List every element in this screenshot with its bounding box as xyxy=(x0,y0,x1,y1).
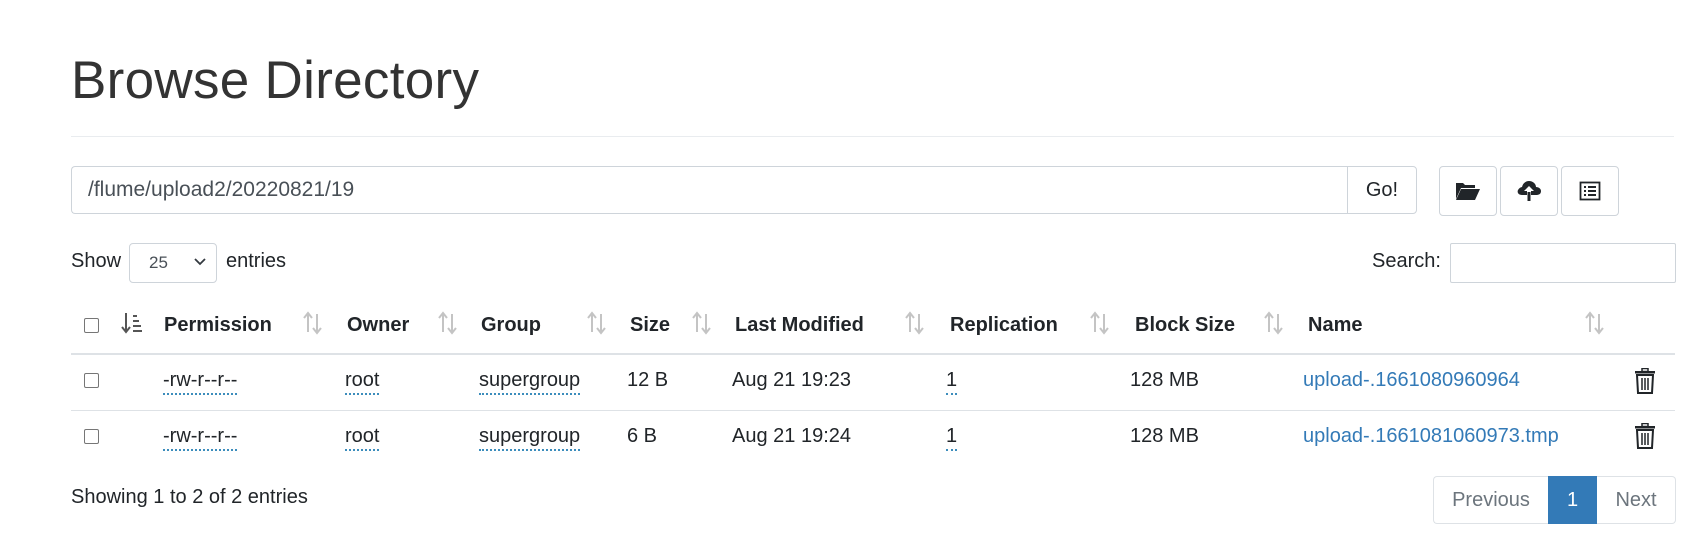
row-checkbox[interactable] xyxy=(84,429,99,444)
replication-cell[interactable]: 1 xyxy=(946,369,958,395)
sort-icon[interactable] xyxy=(1584,311,1606,335)
group-cell[interactable]: supergroup xyxy=(479,369,581,395)
create-directory-button[interactable] xyxy=(1439,166,1497,216)
size-cell: 6 B xyxy=(627,425,658,447)
block-size-cell: 128 MB xyxy=(1130,369,1199,391)
column-header-size[interactable]: Size xyxy=(630,314,670,337)
size-cell: 12 B xyxy=(627,369,669,391)
column-header-group[interactable]: Group xyxy=(481,314,541,337)
sort-icon[interactable] xyxy=(1263,311,1285,335)
chevron-down-icon xyxy=(194,258,206,266)
cut-paste-button[interactable] xyxy=(1561,166,1619,216)
file-name-link[interactable]: upload-.1661081060973.tmp xyxy=(1303,425,1559,448)
column-header-last-modified[interactable]: Last Modified xyxy=(735,314,864,337)
page-length-value: 25 xyxy=(149,253,168,272)
column-header-owner[interactable]: Owner xyxy=(347,314,409,337)
title-divider xyxy=(71,136,1674,137)
sort-icon[interactable] xyxy=(691,311,713,335)
sort-icon[interactable] xyxy=(1089,311,1111,335)
next-page-button[interactable]: Next xyxy=(1597,476,1676,524)
column-header-name[interactable]: Name xyxy=(1308,314,1362,337)
last-modified-cell: Aug 21 19:24 xyxy=(732,425,851,447)
column-header-block-size[interactable]: Block Size xyxy=(1135,314,1235,337)
table-header-divider xyxy=(71,353,1675,355)
go-button[interactable]: Go! xyxy=(1347,166,1417,214)
permission-cell[interactable]: -rw-r--r-- xyxy=(163,425,238,451)
sort-icon[interactable] xyxy=(437,311,459,335)
directory-path-input[interactable] xyxy=(71,166,1347,214)
owner-cell[interactable]: root xyxy=(345,425,380,451)
sort-icon[interactable] xyxy=(904,311,926,335)
trash-icon[interactable] xyxy=(1634,368,1656,394)
upload-button[interactable] xyxy=(1500,166,1558,216)
owner-cell[interactable]: root xyxy=(345,369,380,395)
previous-page-button[interactable]: Previous xyxy=(1433,476,1548,524)
pagination: Previous 1 Next xyxy=(1433,476,1676,524)
group-cell[interactable]: supergroup xyxy=(479,425,581,451)
path-bar: Go! xyxy=(71,166,1417,214)
column-header-permission[interactable]: Permission xyxy=(164,314,272,337)
entries-label: entries xyxy=(226,250,287,272)
show-label: Show xyxy=(71,250,122,272)
page-title: Browse Directory xyxy=(71,51,480,110)
search-label: Search: xyxy=(1372,250,1441,272)
list-icon xyxy=(1579,181,1601,201)
sort-icon[interactable] xyxy=(302,311,324,335)
table-info: Showing 1 to 2 of 2 entries xyxy=(71,486,308,508)
folder-open-icon xyxy=(1456,183,1480,200)
row-divider xyxy=(71,410,1675,411)
search-input[interactable] xyxy=(1450,243,1676,283)
page-length-select[interactable]: 25 xyxy=(129,243,217,283)
trash-icon[interactable] xyxy=(1634,423,1656,449)
permission-cell[interactable]: -rw-r--r-- xyxy=(163,369,238,395)
sort-active-icon[interactable] xyxy=(121,311,143,335)
sort-icon[interactable] xyxy=(586,311,608,335)
page-1-button[interactable]: 1 xyxy=(1548,476,1597,524)
file-name-link[interactable]: upload-.1661080960964 xyxy=(1303,369,1520,392)
block-size-cell: 128 MB xyxy=(1130,425,1199,447)
cloud-upload-icon xyxy=(1517,181,1541,201)
column-header-replication[interactable]: Replication xyxy=(950,314,1058,337)
row-checkbox[interactable] xyxy=(84,373,99,388)
replication-cell[interactable]: 1 xyxy=(946,425,958,451)
last-modified-cell: Aug 21 19:23 xyxy=(732,369,851,391)
select-all-checkbox[interactable] xyxy=(84,318,99,333)
